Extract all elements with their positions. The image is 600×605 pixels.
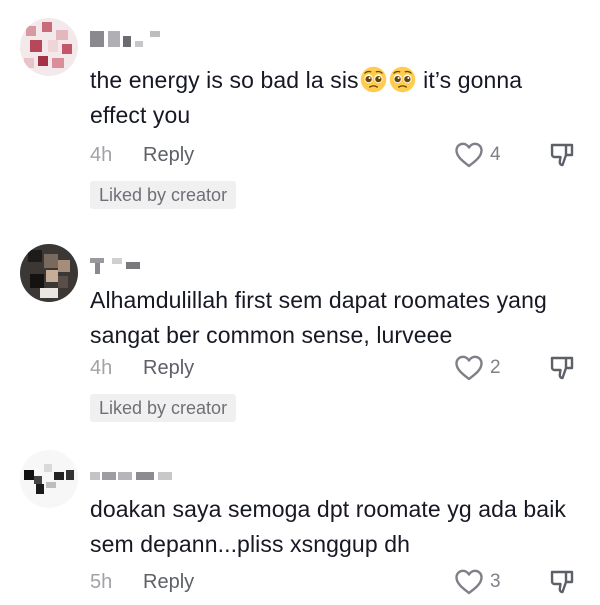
heart-outline-icon <box>455 569 483 595</box>
liked-by-creator-badge: Liked by creator <box>90 181 237 209</box>
comment-timestamp: 4h <box>90 357 113 379</box>
dislike-button[interactable] <box>548 354 576 387</box>
like-button[interactable]: 3 <box>454 568 514 596</box>
comment-text: doakan saya semoga dpt roomate yg ada ba… <box>90 496 567 557</box>
comment-timestamp: 4h <box>90 144 113 166</box>
comment-timestamp: 5h <box>90 571 113 593</box>
username-redacted[interactable] <box>90 472 174 480</box>
reply-button[interactable]: Reply <box>143 144 194 167</box>
heart-outline-icon <box>455 355 483 381</box>
comment-text: Alhamdulillah first sem dapat roomates y… <box>90 287 547 348</box>
like-button[interactable]: 2 <box>454 354 514 382</box>
dislike-button[interactable] <box>548 141 576 174</box>
comment-item: the energy is so bad la sis it’s gonna e… <box>0 0 600 215</box>
liked-by-creator-badge: Liked by creator <box>90 394 237 422</box>
thumbs-down-icon <box>550 570 574 594</box>
username-redacted[interactable] <box>90 31 165 47</box>
like-button[interactable]: 4 <box>454 141 514 169</box>
comment-item: doakan saya semoga dpt roomate yg ada ba… <box>0 440 600 605</box>
comment-text: the energy is so bad la sis it’s gonna e… <box>90 66 523 128</box>
thumbs-down-icon <box>550 143 574 167</box>
avatar[interactable] <box>20 450 78 508</box>
avatar[interactable] <box>20 244 78 302</box>
comment-item: Alhamdulillah first sem dapat roomates y… <box>0 222 600 432</box>
like-count: 3 <box>490 571 501 592</box>
avatar[interactable] <box>20 18 78 76</box>
like-count: 4 <box>490 144 501 165</box>
reply-button[interactable]: Reply <box>143 571 194 594</box>
thumbs-down-icon <box>550 356 574 380</box>
pleading-face-emoji <box>360 66 386 93</box>
like-count: 2 <box>490 357 501 378</box>
heart-outline-icon <box>455 142 483 168</box>
reply-button[interactable]: Reply <box>143 357 194 380</box>
dislike-button[interactable] <box>548 568 576 601</box>
comments-panel: { "comments": [ { "text_before_emoji": "… <box>0 0 600 605</box>
pleading-face-emoji <box>389 66 415 93</box>
username-redacted[interactable] <box>90 258 150 274</box>
